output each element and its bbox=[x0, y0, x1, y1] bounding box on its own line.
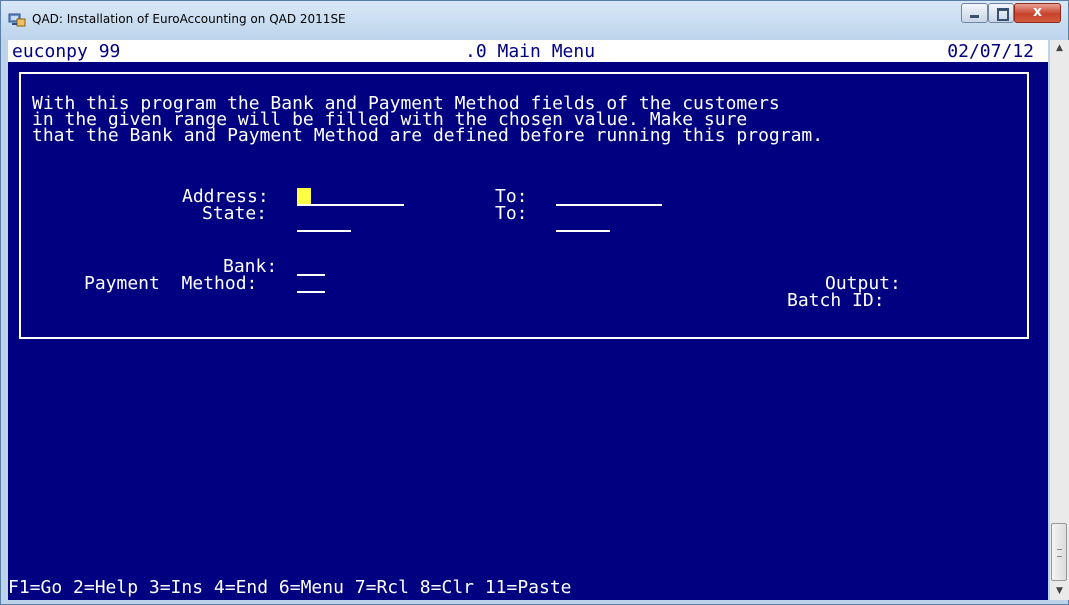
scroll-up-icon[interactable]: ▲ bbox=[1050, 40, 1069, 57]
state-label: State: bbox=[202, 203, 268, 224]
minimize-icon bbox=[970, 15, 979, 18]
scroll-down-icon[interactable]: ▼ bbox=[1050, 583, 1069, 600]
bank-field[interactable] bbox=[297, 274, 325, 276]
qad-app-icon bbox=[8, 13, 26, 27]
title-bar[interactable]: QAD: Installation of EuroAccounting on Q… bbox=[1, 1, 1068, 39]
payment-method-field[interactable] bbox=[297, 291, 325, 293]
minimize-button[interactable] bbox=[961, 3, 988, 23]
text-cursor bbox=[297, 188, 311, 205]
address-to-field[interactable] bbox=[556, 204, 662, 206]
grip-icon bbox=[1057, 549, 1062, 557]
close-icon: x bbox=[1032, 4, 1043, 20]
state-to-label: To: bbox=[495, 203, 528, 224]
state-to-field[interactable] bbox=[556, 230, 610, 232]
window-title: QAD: Installation of EuroAccounting on Q… bbox=[32, 12, 346, 26]
menu-title: .0 Main Menu bbox=[465, 41, 596, 62]
payment-method-label: Payment Method: bbox=[84, 273, 258, 294]
function-key-bar: F1=Go 2=Help 3=Ins 4=End 6=Menu 7=Rcl 8=… bbox=[8, 577, 572, 598]
status-line: euconpy 99 .0 Main Menu 02/07/12 bbox=[8, 40, 1048, 62]
scroll-thumb[interactable] bbox=[1051, 523, 1067, 581]
terminal-screen[interactable]: euconpy 99 .0 Main Menu 02/07/12 With th… bbox=[8, 40, 1048, 600]
session-date: 02/07/12 bbox=[947, 41, 1034, 62]
program-name: euconpy 99 bbox=[12, 41, 121, 62]
vertical-scrollbar[interactable]: ▲ ▼ bbox=[1049, 40, 1069, 600]
maximize-icon bbox=[997, 8, 1009, 21]
close-button[interactable]: x bbox=[1014, 3, 1061, 23]
maximize-button[interactable] bbox=[988, 3, 1014, 23]
app-window: QAD: Installation of EuroAccounting on Q… bbox=[0, 0, 1069, 605]
batch-id-label: Batch ID: bbox=[787, 290, 885, 311]
address-from-field[interactable] bbox=[297, 204, 404, 206]
description-line: that the Bank and Payment Method are def… bbox=[32, 125, 824, 146]
state-from-field[interactable] bbox=[297, 230, 351, 232]
